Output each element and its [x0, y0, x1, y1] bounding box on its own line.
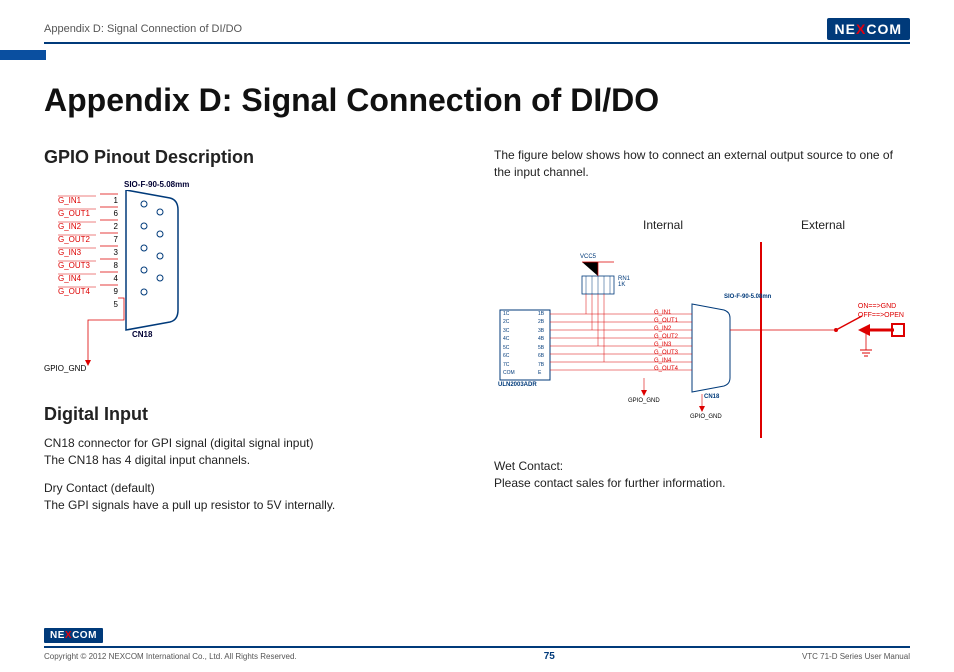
schematic-pin-labels: G_IN1 G_OUT1 G_IN2 G_OUT2 G_IN3 G_OUT3 G… [654, 309, 678, 373]
gpio-gnd-label: GPIO_GND [44, 364, 86, 373]
connector-model-label: SIO-F-90-5.08mm [124, 180, 189, 189]
di-line: Dry Contact (default) [44, 481, 155, 495]
page-number: 75 [544, 651, 555, 662]
copyright-text: Copyright © 2012 NEXCOM International Co… [44, 652, 297, 661]
internal-label: Internal [643, 218, 683, 232]
di-line: CN18 connector for GPI signal (digital s… [44, 436, 313, 450]
wet-line: Please contact sales for further informa… [494, 476, 725, 490]
internal-external-row: Internal External [584, 218, 904, 232]
switch-annotation: ON==>GND OFF==>OPEN [858, 302, 904, 320]
wet-line: Wet Contact: [494, 459, 563, 473]
digital-input-heading: Digital Input [44, 404, 434, 425]
logo-footer: NEXCOM [44, 628, 103, 643]
schematic-connector-id: CN18 [704, 394, 719, 400]
logo-header: NEXCOM [827, 18, 910, 40]
ic-label: ULN2003ADR [498, 382, 537, 388]
schematic-connector-model: SIO-F-90-5.08mn [724, 294, 771, 300]
wet-contact-block: Wet Contact: Please contact sales for fu… [494, 458, 910, 493]
vcc-label: VCC5 [580, 254, 596, 260]
ic-left-pins: 1C 2C 3C 4C 5C 6C 7C COM [503, 310, 515, 378]
schematic-svg [494, 238, 914, 438]
header-rule [44, 42, 910, 44]
schematic-diagram: VCC5 RN1 1K ULN2003ADR SIO-F-90-5.08mn C… [494, 238, 910, 438]
di-dry-contact-block: Dry Contact (default) The GPI signals ha… [44, 480, 434, 515]
page-footer: NEXCOM Copyright © 2012 NEXCOM Internati… [44, 625, 910, 662]
pinout-diagram: SIO-F-90-5.08mm G_IN1 G_OUT1 G_IN2 G_OUT… [44, 178, 434, 388]
rn-label: RN1 1K [618, 276, 630, 288]
internal-external-divider [760, 242, 762, 438]
ic-right-pins: 1B 2B 3B 4B 5B 6B 7B E [538, 310, 544, 378]
blue-tab-accent [0, 50, 46, 60]
connector-id-label: CN18 [132, 330, 152, 339]
gpio-pinout-heading: GPIO Pinout Description [44, 147, 434, 168]
switch-on-text: ON==>GND [858, 302, 904, 311]
di-line: The CN18 has 4 digital input channels. [44, 453, 250, 467]
breadcrumb: Appendix D: Signal Connection of DI/DO [44, 23, 242, 35]
schematic-gpio-gnd-1: GPIO_GND [628, 398, 660, 404]
di-line: The GPI signals have a pull up resistor … [44, 498, 335, 512]
schematic-gpio-gnd-2: GPIO_GND [690, 414, 722, 420]
di-text-block: CN18 connector for GPI signal (digital s… [44, 435, 434, 470]
page-title: Appendix D: Signal Connection of DI/DO [44, 82, 910, 119]
right-intro-text: The figure below shows how to connect an… [494, 147, 910, 182]
footer-rule [44, 646, 910, 648]
external-label: External [801, 218, 845, 232]
connector-svg [58, 190, 198, 390]
switch-off-text: OFF==>OPEN [858, 311, 904, 320]
manual-name: VTC 71-D Series User Manual [802, 652, 910, 661]
